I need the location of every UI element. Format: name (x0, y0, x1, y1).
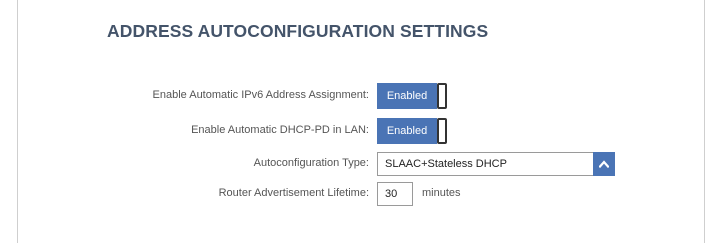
auto-ipv6-label: Enable Automatic IPv6 Address Assignment… (152, 89, 369, 101)
ra-lifetime-input[interactable]: 30 (377, 182, 413, 206)
auto-dhcp-pd-toggle[interactable]: Enabled (377, 118, 447, 144)
auto-dhcp-pd-toggle-state[interactable]: Enabled (377, 118, 437, 144)
toggle-knob[interactable] (437, 118, 447, 144)
autoconfig-type-select[interactable]: SLAAC+Stateless DHCP (377, 152, 615, 176)
auto-dhcp-pd-label: Enable Automatic DHCP-PD in LAN: (191, 124, 369, 136)
auto-ipv6-toggle-state[interactable]: Enabled (377, 83, 437, 109)
ra-lifetime-unit: minutes (422, 187, 461, 199)
settings-panel: ADDRESS AUTOCONFIGURATION SETTINGS Enabl… (17, 0, 705, 243)
auto-ipv6-toggle[interactable]: Enabled (377, 83, 447, 109)
autoconfig-type-value: SLAAC+Stateless DHCP (385, 158, 507, 170)
dropdown-toggle-button[interactable] (593, 152, 615, 176)
chevron-up-icon (599, 160, 609, 168)
toggle-knob[interactable] (437, 83, 447, 109)
section-title: ADDRESS AUTOCONFIGURATION SETTINGS (107, 21, 489, 41)
autoconfig-type-label: Autoconfiguration Type: (253, 157, 369, 169)
ra-lifetime-label: Router Advertisement Lifetime: (218, 187, 369, 199)
